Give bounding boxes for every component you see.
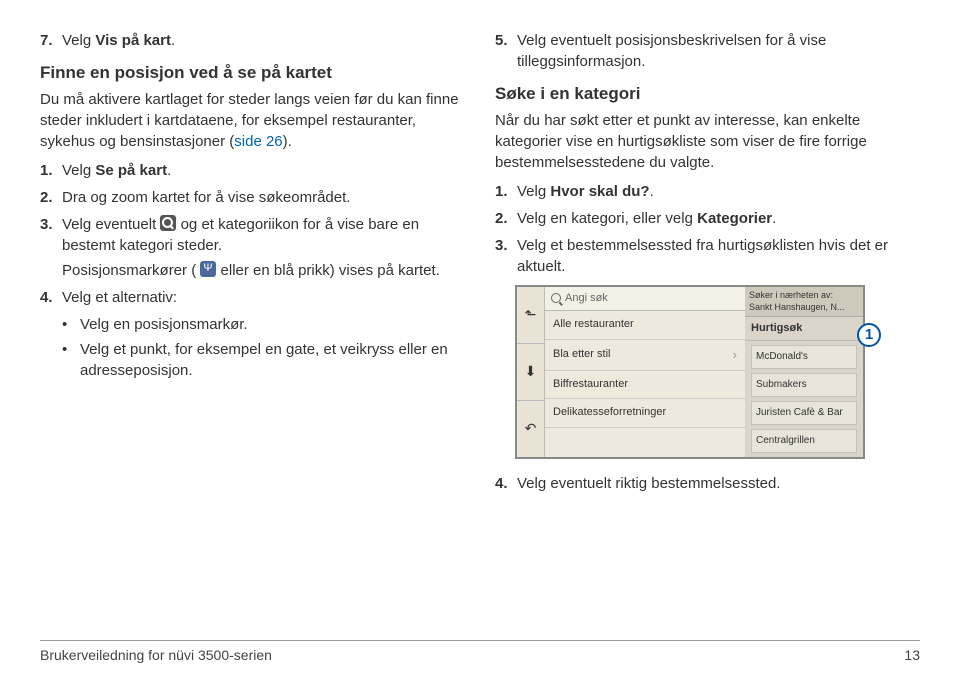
quicksearch-item[interactable]: McDonald's: [751, 345, 857, 369]
list-item: 2. Dra og zoom kartet for å vise søkeomr…: [40, 187, 465, 208]
quicksearch-item[interactable]: Centralgrillen: [751, 429, 857, 453]
page-number: 13: [904, 647, 920, 663]
list-item[interactable]: Delikatesseforretninger: [545, 399, 745, 427]
item-number: 3.: [495, 235, 517, 277]
item-number: 4.: [40, 287, 62, 308]
page-link[interactable]: side 26: [234, 133, 282, 150]
item-number: 1.: [495, 181, 517, 202]
item-number: 2.: [40, 187, 62, 208]
page-footer: Brukerveiledning for nüvi 3500-serien 13: [40, 640, 920, 663]
list-item: 2. Velg en kategori, eller velg Kategori…: [495, 208, 920, 229]
callout-badge: 1: [857, 323, 881, 347]
list-item: 3. Velg et bestemmelsessted fra hurtigsø…: [495, 235, 920, 277]
list-item: 5. Velg eventuelt posisjonsbeskrivelsen …: [495, 30, 920, 72]
section-heading: Finne en posisjon ved å se på kartet: [40, 61, 465, 85]
undo-button[interactable]: ↶: [517, 400, 545, 457]
device-screenshot: ⬑ ⬇ ↶ Angi søk Alle restauranter Bla ett…: [515, 285, 865, 460]
item-number: 1.: [40, 160, 62, 181]
quicksearch-title: Hurtigsøk: [745, 317, 863, 341]
list-item[interactable]: Biffrestauranter: [545, 371, 745, 399]
item-number: 3.: [40, 214, 62, 281]
paragraph: Når du har søkt etter et punkt av intere…: [495, 110, 920, 173]
item-text: Velg eventuelt og et kategoriikon for å …: [62, 214, 465, 281]
item-text: Velg eventuelt riktig bestemmelsessted.: [517, 473, 780, 494]
list-item: 4. Velg eventuelt riktig bestemmelsesste…: [495, 473, 920, 494]
bullet-text: Velg et punkt, for eksempel en gate, et …: [80, 339, 465, 381]
scroll-down-button[interactable]: ⬇: [517, 343, 545, 400]
footer-title: Brukerveiledning for nüvi 3500-serien: [40, 647, 272, 663]
chevron-right-icon: ›: [733, 346, 737, 364]
bullet-text: Velg en posisjonsmarkør.: [80, 314, 248, 335]
item-number: 7.: [40, 30, 62, 51]
list-item: 1. Velg Hvor skal du?.: [495, 181, 920, 202]
item-number: 5.: [495, 30, 517, 72]
item-text: Velg eventuelt posisjonsbeskrivelsen for…: [517, 30, 920, 72]
search-bar[interactable]: Angi søk: [545, 287, 745, 311]
item-text: Velg et alternativ:: [62, 287, 177, 308]
back-button[interactable]: ⬑: [517, 287, 545, 343]
restaurant-icon: [200, 261, 216, 277]
item-text: Velg et bestemmelsessted fra hurtigsøkli…: [517, 235, 920, 277]
item-text: Velg Vis på kart.: [62, 30, 175, 51]
list-item: 7. Velg Vis på kart.: [40, 30, 465, 51]
search-icon: [551, 293, 561, 303]
item-text: Velg en kategori, eller velg Kategorier.: [517, 208, 776, 229]
item-number: 2.: [495, 208, 517, 229]
bullet-mark: •: [62, 314, 80, 335]
search-context-header: Søker i nærheten av: Sankt Hanshaugen, N…: [745, 287, 863, 317]
quicksearch-item[interactable]: Juristen Cafè & Bar: [751, 401, 857, 425]
item-text: Velg Hvor skal du?.: [517, 181, 654, 202]
bullet-item: • Velg et punkt, for eksempel en gate, e…: [62, 339, 465, 381]
list-item: 4. Velg et alternativ:: [40, 287, 465, 308]
item-text: Dra og zoom kartet for å vise søkeområde…: [62, 187, 350, 208]
quicksearch-item[interactable]: Submakers: [751, 373, 857, 397]
paragraph: Du må aktivere kartlaget for steder lang…: [40, 89, 465, 152]
right-column: 5. Velg eventuelt posisjonsbeskrivelsen …: [495, 30, 920, 500]
list-item[interactable]: Alle restauranter: [545, 311, 745, 339]
item-text: Velg Se på kart.: [62, 160, 171, 181]
search-icon: [160, 215, 176, 231]
bullet-mark: •: [62, 339, 80, 381]
list-item: 3. Velg eventuelt og et kategoriikon for…: [40, 214, 465, 281]
left-column: 7. Velg Vis på kart. Finne en posisjon v…: [40, 30, 465, 500]
item-number: 4.: [495, 473, 517, 494]
bullet-item: • Velg en posisjonsmarkør.: [62, 314, 465, 335]
search-placeholder: Angi søk: [565, 291, 608, 306]
section-heading: Søke i en kategori: [495, 82, 920, 106]
list-item: 1. Velg Se på kart.: [40, 160, 465, 181]
list-item[interactable]: Bla etter stil›: [545, 340, 745, 371]
